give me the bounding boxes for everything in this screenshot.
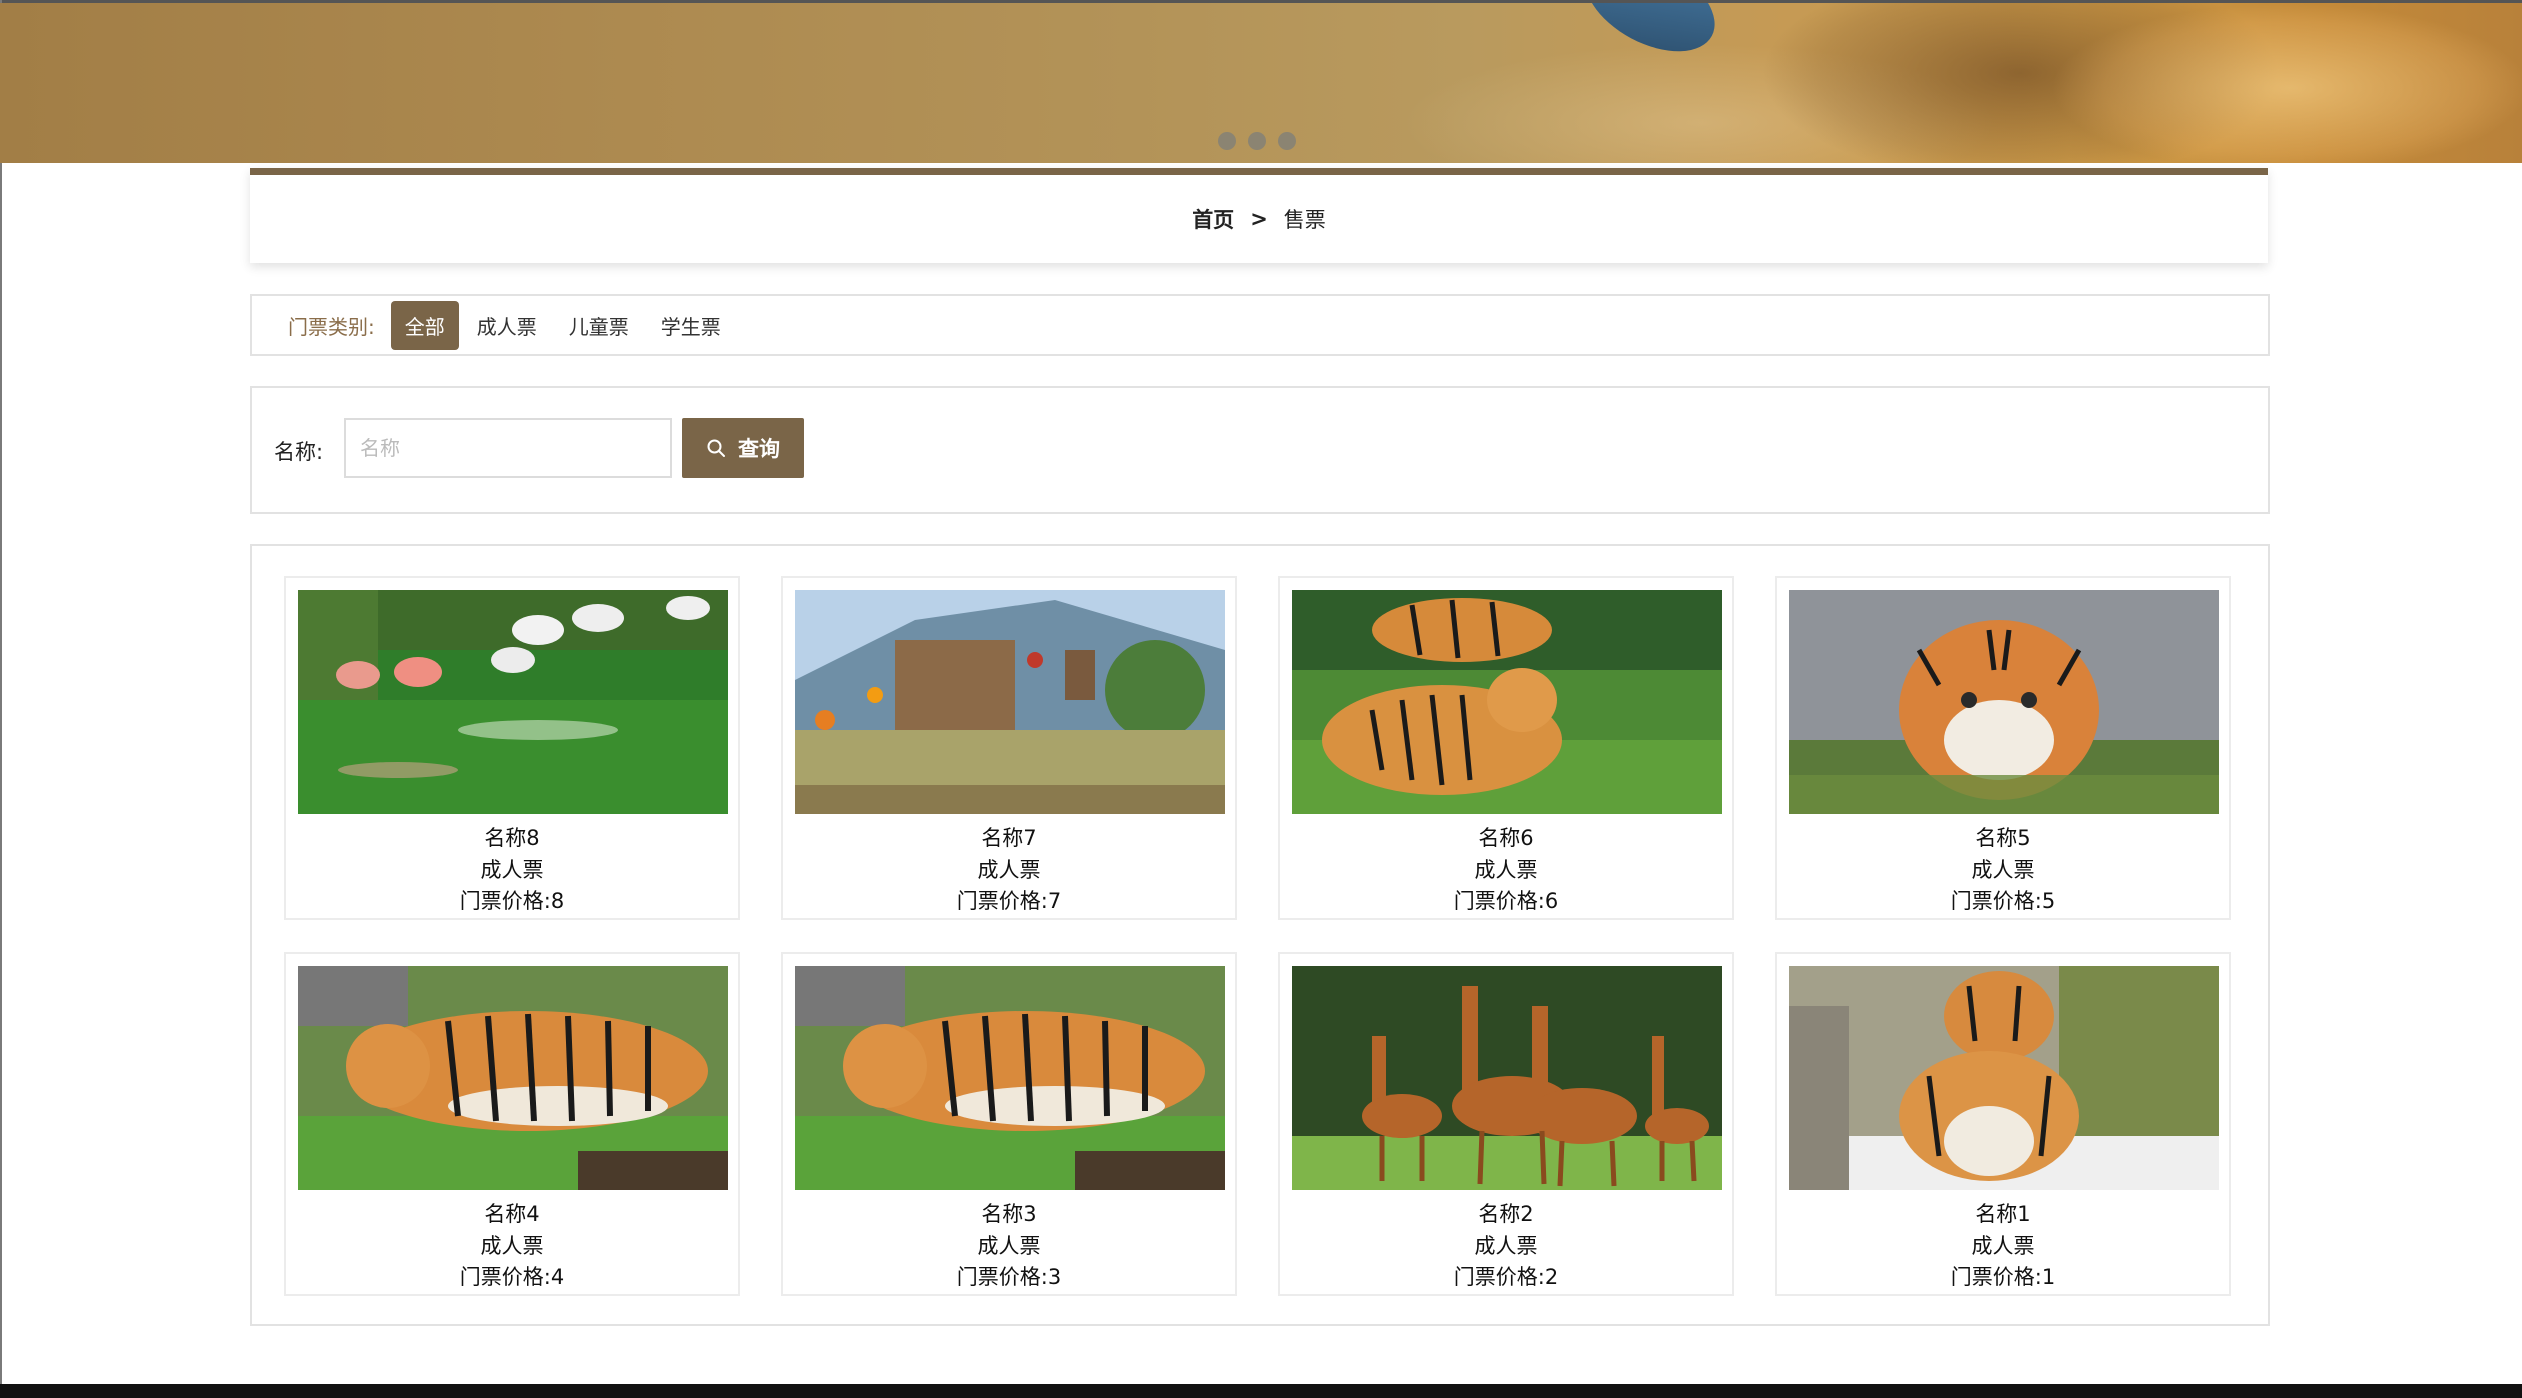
ticket-category: 成人票	[977, 858, 1041, 882]
filter-option-child[interactable]: 儿童票	[555, 301, 643, 350]
filter-label: 门票类别:	[288, 314, 375, 339]
ticket-price: 门票价格:2	[1453, 1265, 1559, 1289]
ticket-category: 成人票	[1971, 1234, 2035, 1258]
search-button[interactable]: 查询	[682, 418, 804, 478]
ticket-image[interactable]	[298, 590, 728, 814]
ticket-name: 名称1	[1975, 1202, 2031, 1226]
ticket-name: 名称2	[1478, 1202, 1534, 1226]
banner-sunlight	[2050, 3, 2522, 163]
filter-option-adult[interactable]: 成人票	[463, 301, 551, 350]
ticket-category: 成人票	[977, 1234, 1041, 1258]
ticket-grid: 名称8 成人票 门票价格:8 名称7 成人票 门票价格:7 名称6 成人票 门票…	[250, 544, 2270, 1326]
breadcrumb-separator: >	[1250, 207, 1268, 231]
ticket-price: 门票价格:1	[1950, 1265, 2056, 1289]
ticket-card[interactable]: 名称5 成人票 门票价格:5	[1775, 576, 2231, 920]
ticket-card[interactable]: 名称6 成人票 门票价格:6	[1278, 576, 1734, 920]
ticket-category: 成人票	[1474, 1234, 1538, 1258]
ticket-price: 门票价格:7	[956, 889, 1062, 913]
ticket-name: 名称7	[981, 826, 1037, 850]
ticket-price: 门票价格:4	[459, 1265, 565, 1289]
ticket-category: 成人票	[1474, 858, 1538, 882]
ticket-image[interactable]	[1789, 966, 2219, 1190]
search-icon	[707, 439, 725, 457]
giraffes-photo	[1292, 966, 1722, 1190]
breadcrumb-home-link[interactable]: 首页	[1192, 204, 1234, 234]
ticket-name: 名称3	[981, 1202, 1037, 1226]
flamingo-photo	[298, 590, 728, 814]
carousel-dot[interactable]	[1278, 132, 1296, 150]
carousel-indicators	[1218, 132, 1296, 150]
ticket-price: 门票价格:5	[1950, 889, 2056, 913]
ticket-card[interactable]: 名称8 成人票 门票价格:8	[284, 576, 740, 920]
ticket-card[interactable]: 名称3 成人票 门票价格:3	[781, 952, 1237, 1296]
ticket-image[interactable]	[1292, 966, 1722, 1190]
ticket-card[interactable]: 名称2 成人票 门票价格:2	[1278, 952, 1734, 1296]
window-bottom-bar	[0, 1384, 2522, 1398]
ticket-image[interactable]	[298, 966, 728, 1190]
breadcrumb-current: 售票	[1283, 208, 1326, 232]
category-filter: 门票类别: 全部 成人票 儿童票 学生票	[250, 294, 2270, 356]
ticket-name: 名称6	[1478, 826, 1534, 850]
ticket-image[interactable]	[1292, 590, 1722, 814]
ticket-card[interactable]: 名称7 成人票 门票价格:7	[781, 576, 1237, 920]
ticket-price: 门票价格:3	[956, 1265, 1062, 1289]
ticket-category: 成人票	[480, 1234, 544, 1258]
search-input[interactable]	[344, 418, 672, 478]
tiger-water-photo	[1789, 590, 2219, 814]
tiger-walking-photo	[795, 966, 1225, 1190]
ticket-image[interactable]	[1789, 590, 2219, 814]
breadcrumb: 首页 > 售票	[250, 168, 2268, 263]
ticket-category: 成人票	[1971, 858, 2035, 882]
tiger-cubs-snow-photo	[1789, 966, 2219, 1190]
tiger-walking-photo	[298, 966, 728, 1190]
search-button-label: 查询	[738, 437, 780, 461]
window-left-border	[0, 0, 2, 1384]
filter-option-student[interactable]: 学生票	[647, 301, 735, 350]
search-label: 名称:	[274, 440, 324, 464]
filter-option-all[interactable]: 全部	[390, 300, 459, 350]
carousel-dot[interactable]	[1218, 132, 1236, 150]
carousel-dot[interactable]	[1248, 132, 1266, 150]
ticket-price: 门票价格:8	[459, 889, 565, 913]
ticket-name: 名称5	[1975, 826, 2031, 850]
search-panel: 名称: 查询	[250, 386, 2270, 514]
ticket-image[interactable]	[795, 966, 1225, 1190]
ticket-card[interactable]: 名称4 成人票 门票价格:4	[284, 952, 740, 1296]
ticket-card[interactable]: 名称1 成人票 门票价格:1	[1775, 952, 2231, 1296]
tigers-grass-photo	[1292, 590, 1722, 814]
ticket-price: 门票价格:6	[1453, 889, 1559, 913]
zoo-landscape-photo	[795, 590, 1225, 814]
ticket-image[interactable]	[795, 590, 1225, 814]
ticket-category: 成人票	[480, 858, 544, 882]
ticket-name: 名称4	[484, 1202, 540, 1226]
ticket-name: 名称8	[484, 826, 540, 850]
hero-banner	[0, 3, 2522, 163]
